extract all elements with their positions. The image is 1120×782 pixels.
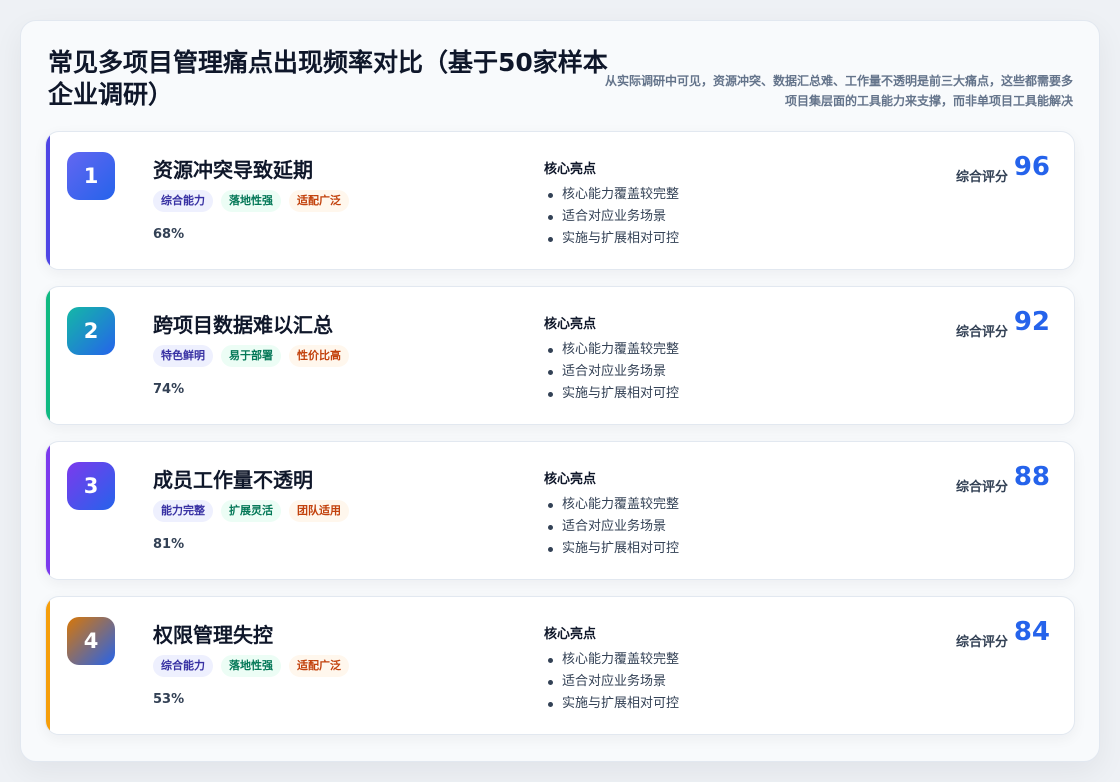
highlights-list: 核心能力覆盖较完整 适合对应业务场景 实施与扩展相对可控 [544,339,679,405]
card-title: 权限管理失控 [153,623,273,647]
highlights-title: 核心亮点 [544,627,597,642]
page-title: 常见多项目管理痛点出现频率对比（基于50家样本企业调研） [48,48,608,109]
pain-point-card: 3 成员工作量不透明 能力完整 扩展灵活 团队适用 81% 核心亮点 核心能力覆… [45,441,1075,580]
tag: 团队适用 [289,500,349,522]
highlight-item: 适合对应业务场景 [544,361,679,383]
tag-list: 能力完整 扩展灵活 团队适用 [153,500,349,522]
highlight-item: 实施与扩展相对可控 [544,383,679,405]
highlights-list: 核心能力覆盖较完整 适合对应业务场景 实施与扩展相对可控 [544,649,679,715]
highlights-list: 核心能力覆盖较完整 适合对应业务场景 实施与扩展相对可控 [544,494,679,560]
highlights-title: 核心亮点 [544,472,597,487]
score-value: 96 [1013,152,1050,182]
highlight-item: 适合对应业务场景 [544,516,679,538]
rank-badge: 1 [67,152,115,200]
card-accent-bar [46,287,50,424]
highlight-item: 适合对应业务场景 [544,206,679,228]
frequency-percent: 81% [153,537,185,552]
comparison-panel: 常见多项目管理痛点出现频率对比（基于50家样本企业调研） 从实际调研中可见，资源… [20,20,1100,762]
tag: 适配广泛 [289,190,349,212]
pain-point-card: 1 资源冲突导致延期 综合能力 落地性强 适配广泛 68% 核心亮点 核心能力覆… [45,131,1075,270]
highlight-item: 适合对应业务场景 [544,671,679,693]
highlight-item: 核心能力覆盖较完整 [544,184,679,206]
card-accent-bar [46,597,50,734]
pain-point-card: 4 权限管理失控 综合能力 落地性强 适配广泛 53% 核心亮点 核心能力覆盖较… [45,596,1075,735]
card-title: 成员工作量不透明 [153,468,313,492]
score-value: 84 [1013,617,1050,647]
tag: 性价比高 [289,345,349,367]
frequency-percent: 68% [153,227,185,242]
page-subtitle: 从实际调研中可见，资源冲突、数据汇总难、工作量不透明是前三大痛点，这些都需要多项… [604,74,1073,108]
score-label: 综合评分 [955,170,1008,185]
highlights-title: 核心亮点 [544,162,597,177]
tag: 易于部署 [221,345,281,367]
tag: 落地性强 [221,655,281,677]
highlight-item: 核心能力覆盖较完整 [544,339,679,361]
tag: 综合能力 [153,655,213,677]
score-value: 92 [1013,307,1050,337]
tag: 特色鲜明 [153,345,213,367]
highlights-list: 核心能力覆盖较完整 适合对应业务场景 实施与扩展相对可控 [544,184,679,250]
tag-list: 综合能力 落地性强 适配广泛 [153,190,349,212]
card-title: 资源冲突导致延期 [153,158,313,182]
score-value: 88 [1013,462,1050,492]
score-label: 综合评分 [955,325,1008,340]
highlight-item: 实施与扩展相对可控 [544,228,679,250]
highlight-item: 核心能力覆盖较完整 [544,649,679,671]
highlight-item: 实施与扩展相对可控 [544,693,679,715]
score-label: 综合评分 [955,635,1008,650]
highlight-item: 核心能力覆盖较完整 [544,494,679,516]
tag-list: 特色鲜明 易于部署 性价比高 [153,345,349,367]
tag-list: 综合能力 落地性强 适配广泛 [153,655,349,677]
rank-badge: 3 [67,462,115,510]
tag: 适配广泛 [289,655,349,677]
tag: 落地性强 [221,190,281,212]
card-accent-bar [46,132,50,269]
tag: 综合能力 [153,190,213,212]
highlight-item: 实施与扩展相对可控 [544,538,679,560]
card-title: 跨项目数据难以汇总 [153,313,333,337]
tag: 能力完整 [153,500,213,522]
tag: 扩展灵活 [221,500,281,522]
frequency-percent: 53% [153,692,185,707]
score-label: 综合评分 [955,480,1008,495]
rank-badge: 2 [67,307,115,355]
card-accent-bar [46,442,50,579]
highlights-title: 核心亮点 [544,317,597,332]
frequency-percent: 74% [153,382,185,397]
pain-point-card: 2 跨项目数据难以汇总 特色鲜明 易于部署 性价比高 74% 核心亮点 核心能力… [45,286,1075,425]
rank-badge: 4 [67,617,115,665]
